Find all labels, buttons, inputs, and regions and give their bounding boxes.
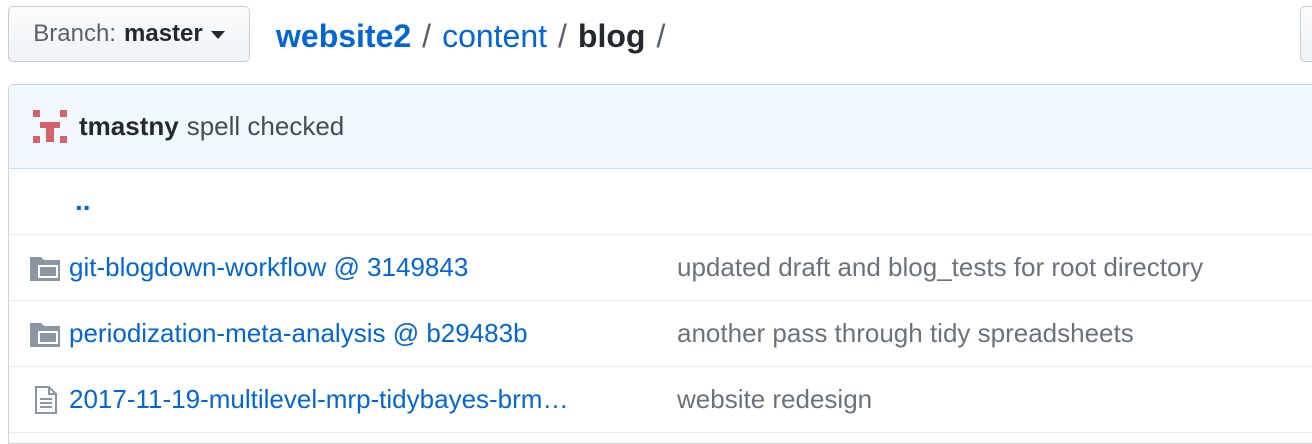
commit-author[interactable]: tmastny [79,111,179,142]
commit-message[interactable]: spell checked [187,111,345,142]
breadcrumb-separator: / [656,17,666,54]
breadcrumb-current: blog [577,17,646,54]
breadcrumb-separator: / [558,17,567,54]
file-name-link[interactable]: 2017-11-19-multilevel-mrp-tidybayes-brm… [69,384,568,415]
breadcrumb-content-link[interactable]: content [442,18,547,55]
file-name-link[interactable]: periodization-meta-analysis @ b29483b [69,318,528,349]
commit-message-link[interactable]: website redesign [677,384,872,415]
breadcrumb: website2 / content / blog / [276,14,676,58]
chevron-down-icon [210,31,225,39]
breadcrumb-separator: / [422,17,432,54]
submodule-folder-icon [30,322,60,347]
commit-message-link[interactable]: another pass through tidy spreadsheets [677,318,1134,349]
parent-directory-row[interactable]: .. [9,169,1312,235]
repo-header: Branch: master website2 / content / blog… [0,0,1312,72]
submodule-folder-icon [30,256,60,281]
file-table: tmastny spell checked .. git-blogdown-wo… [8,84,1312,444]
file-icon [35,385,57,414]
find-file-button[interactable] [1300,6,1312,62]
table-row: git-blogdown-workflow @ 3149843 updated … [9,235,1312,301]
avatar[interactable] [31,108,69,146]
branch-label: Branch: [33,20,116,47]
branch-select-button[interactable]: Branch: master [8,6,250,62]
latest-commit-bar: tmastny spell checked [9,85,1312,169]
table-row: 2017-11-19-multilevel-mrp-tidybayes-brm…… [9,367,1312,433]
table-row: periodization-meta-analysis @ b29483b an… [9,301,1312,367]
breadcrumb-repo-link[interactable]: website2 [276,18,411,55]
parent-directory-link[interactable]: .. [75,185,91,217]
file-name-link[interactable]: git-blogdown-workflow @ 3149843 [69,252,468,283]
branch-value: master [124,20,203,47]
commit-message-link[interactable]: updated draft and blog_tests for root di… [677,252,1203,283]
